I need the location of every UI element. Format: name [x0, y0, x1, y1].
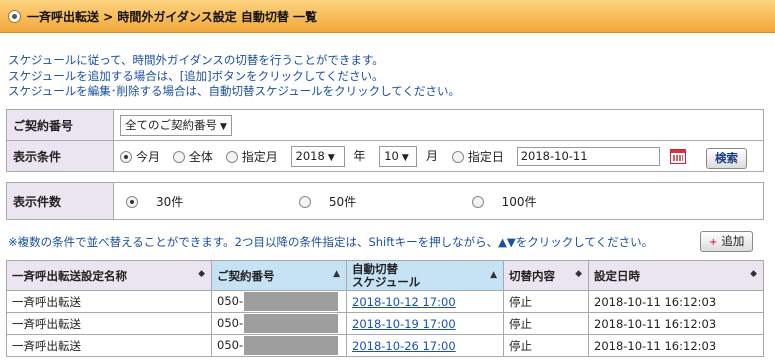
description: スケジュールに従って、時間外ガイダンスの切替を行うことができます。 スケジュール… — [8, 53, 460, 100]
radio-day[interactable]: 指定日 — [451, 148, 504, 165]
radio-label: 全体 — [188, 149, 213, 164]
radio-all[interactable]: 全体 — [172, 148, 213, 165]
header-label: 一斉呼出転送設定名称 — [12, 268, 127, 283]
table-header-row: 一斉呼出転送設定名称 ◆ ご契約番号 ▲ 自動切替 スケジュール ▲ 切替内容 ◆ 設定日… — [6, 260, 764, 291]
col-name-header[interactable]: 一斉呼出転送設定名称 ◆ — [6, 260, 212, 291]
radio-label: 100件 — [501, 194, 537, 209]
dropdown-arrow-icon: ▼ — [327, 152, 335, 163]
radio-icon — [120, 151, 132, 163]
header-label: スケジュール — [352, 274, 421, 289]
sort-icon: ◆ — [575, 269, 582, 279]
bullet-icon — [8, 9, 21, 23]
col-content-header[interactable]: 切替内容 ◆ — [503, 260, 589, 291]
sort-asc-icon: ▲ — [333, 269, 340, 279]
redacted-block — [244, 314, 339, 333]
contract-select-value: 全てのご契約番号 — [125, 117, 217, 132]
cell-schedule: 2018-10-12 17:00 — [346, 290, 504, 313]
year-select[interactable]: 2018 ▼ — [290, 145, 345, 167]
sort-asc-icon: ▲ — [490, 270, 497, 280]
cell-contract: 050- — [211, 290, 347, 313]
radio-label: 50件 — [328, 194, 357, 209]
radio-icon — [172, 151, 185, 163]
month-select[interactable]: 10 ▼ — [379, 145, 418, 167]
year-unit: 年 — [353, 148, 366, 163]
description-line: スケジュールを追加する場合は、[追加]ボタンをクリックしてください。 — [8, 68, 384, 83]
table-row: 一斉呼出転送 050- 2018-10-19 17:00 停止 2018-10-… — [6, 312, 764, 335]
cell-contract: 050- — [211, 312, 347, 335]
contract-prefix: 050- — [217, 294, 244, 308]
schedule-link[interactable]: 2018-10-12 17:00 — [352, 295, 456, 309]
radio-count-30[interactable]: 30件 — [126, 193, 286, 210]
search-button[interactable]: 検索 — [706, 148, 747, 169]
radio-count-100[interactable]: 100件 — [471, 193, 537, 210]
col-contract-header[interactable]: ご契約番号 ▲ — [211, 260, 347, 291]
page-title: 一斉呼出転送 > 時間外ガイダンス設定 自動切替 一覧 — [27, 9, 318, 24]
cell-schedule: 2018-10-19 17:00 — [346, 312, 504, 335]
cell-name: 一斉呼出転送 — [6, 290, 212, 313]
radio-icon — [471, 196, 484, 208]
contract-prefix: 050- — [217, 338, 244, 352]
header-label: 自動切替 — [352, 261, 398, 276]
cell-contract: 050- — [211, 334, 347, 357]
col-date-header[interactable]: 設定日時 ◆ — [588, 260, 764, 291]
radio-label: 今月 — [136, 149, 161, 164]
filter-form: ご契約番号 全てのご契約番号 ▼ 表示条件 今月 全体 指定月 2018 ▼ 年 1… — [6, 109, 764, 172]
cell-name: 一斉呼出転送 — [6, 312, 212, 335]
col-schedule-header[interactable]: 自動切替 スケジュール ▲ — [346, 260, 504, 291]
schedule-link[interactable]: 2018-10-19 17:00 — [352, 317, 456, 331]
sort-icon: ◆ — [750, 269, 757, 279]
cell-date: 2018-10-11 16:12:03 — [588, 290, 764, 313]
date-input[interactable]: 2018-10-11 — [516, 146, 660, 166]
description-line: スケジュールに従って、時間外ガイダンスの切替を行うことができます。 — [8, 53, 384, 67]
calendar-icon[interactable] — [669, 148, 686, 164]
radio-icon — [451, 151, 464, 163]
redacted-block — [244, 292, 339, 311]
cell-content: 停止 — [503, 334, 589, 357]
header-label: 切替内容 — [509, 268, 555, 283]
condition-label: 表示条件 — [6, 140, 114, 172]
radio-label: 指定日 — [467, 149, 504, 164]
month-unit: 月 — [426, 148, 439, 163]
radio-label: 30件 — [156, 194, 184, 209]
add-label: 追加 — [721, 234, 745, 248]
table-row: 一斉呼出転送 050- 2018-10-12 17:00 停止 2018-10-… — [6, 290, 764, 313]
contract-prefix: 050- — [217, 316, 244, 330]
radio-icon — [126, 196, 138, 208]
cell-content: 停止 — [503, 312, 589, 335]
cell-date: 2018-10-11 16:12:03 — [588, 334, 764, 357]
description-line: スケジュールを編集･削除する場合は、自動切替スケジュールをクリックしてください。 — [8, 84, 460, 98]
sort-icon: ◆ — [198, 269, 205, 279]
contract-label: ご契約番号 — [6, 109, 114, 141]
radio-month[interactable]: 指定月 — [225, 148, 278, 165]
radio-label: 指定月 — [241, 149, 278, 164]
radio-icon — [225, 151, 238, 163]
count-form: 表示件数 30件 50件 100件 — [6, 182, 764, 220]
cell-schedule: 2018-10-26 17:00 — [346, 334, 504, 357]
year-value: 2018 — [295, 148, 325, 163]
add-button[interactable]: + 追加 — [700, 231, 754, 252]
cell-content: 停止 — [503, 290, 589, 313]
cell-date: 2018-10-11 16:12:03 — [588, 312, 764, 335]
plus-icon: + — [709, 237, 718, 248]
schedule-link[interactable]: 2018-10-26 17:00 — [352, 339, 456, 353]
dropdown-arrow-icon: ▼ — [401, 152, 409, 163]
radio-count-50[interactable]: 50件 — [298, 193, 459, 210]
dropdown-arrow-icon: ▼ — [220, 121, 227, 132]
page-header: 一斉呼出転送 > 時間外ガイダンス設定 自動切替 一覧 — [0, 0, 775, 33]
radio-icon — [298, 196, 311, 208]
header-label: 設定日時 — [594, 268, 640, 283]
count-label: 表示件数 — [6, 182, 114, 220]
header-label: ご契約番号 — [217, 268, 275, 283]
contract-select[interactable]: 全てのご契約番号 ▼ — [120, 114, 232, 136]
cell-name: 一斉呼出転送 — [6, 334, 212, 357]
redacted-block — [244, 336, 339, 355]
sort-note: ※複数の条件で並べ替えることができます。2つ目以降の条件指定は、Shiftキーを… — [8, 235, 654, 249]
table-row: 一斉呼出転送 050- 2018-10-26 17:00 停止 2018-10-… — [6, 334, 764, 357]
month-value: 10 — [384, 148, 399, 163]
schedule-table: 一斉呼出転送設定名称 ◆ ご契約番号 ▲ 自動切替 スケジュール ▲ 切替内容 ◆ 設定日… — [6, 260, 764, 357]
radio-this-month[interactable]: 今月 — [120, 148, 160, 165]
